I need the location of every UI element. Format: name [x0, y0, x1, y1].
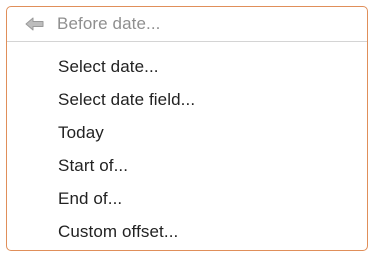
menu-item-end-of[interactable]: End of... — [7, 182, 367, 215]
menu-header-label: Before date... — [57, 14, 161, 33]
menu-item-select-date[interactable]: Select date... — [7, 50, 367, 83]
back-button[interactable]: Before date... — [7, 7, 367, 42]
menu-item-today[interactable]: Today — [7, 116, 367, 149]
date-filter-menu: Before date... Select date... Select dat… — [6, 6, 368, 251]
menu-item-select-date-field[interactable]: Select date field... — [7, 83, 367, 116]
menu-item-custom-offset[interactable]: Custom offset... — [7, 215, 367, 248]
menu-items: Select date... Select date field... Toda… — [7, 50, 367, 248]
menu-item-start-of[interactable]: Start of... — [7, 149, 367, 182]
arrow-left-icon — [25, 17, 45, 31]
